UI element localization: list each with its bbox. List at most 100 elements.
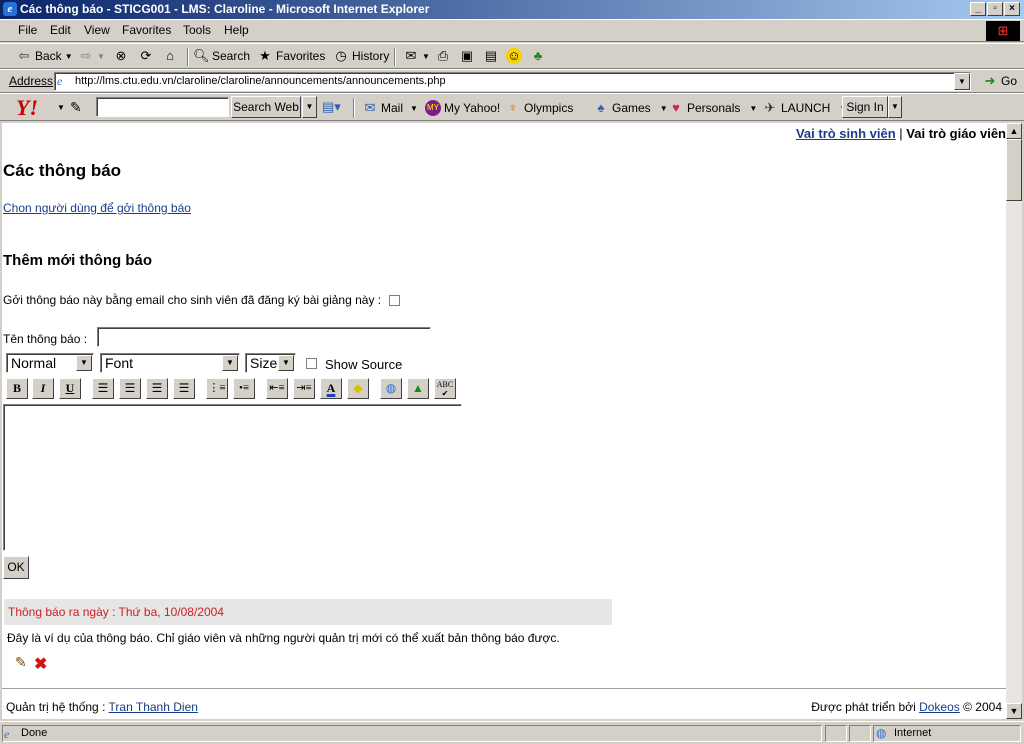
search-button[interactable]: 🔍︎ Search (193, 48, 250, 64)
minimize-button[interactable]: _ (970, 2, 986, 16)
forward-button[interactable]: ⇨ ▼ (78, 48, 105, 64)
page-done-icon: e (4, 727, 10, 741)
show-source-label: Show Source (325, 357, 403, 372)
text-color-button[interactable]: A (320, 378, 342, 399)
align-center-button[interactable]: ☰ (119, 378, 141, 399)
yahoo-menu-arrow[interactable]: ▼ (57, 103, 65, 112)
align-left-button[interactable]: ☰ (92, 378, 114, 399)
bullet-list-button[interactable]: •≡ (233, 378, 255, 399)
print-button[interactable]: ⎙ (435, 48, 451, 64)
yahoo-logo-icon[interactable]: Y! (16, 95, 38, 121)
scroll-thumb[interactable] (1006, 139, 1022, 201)
window-titlebar[interactable]: e Các thông báo - STICG001 - LMS: Clarol… (0, 0, 1024, 19)
scroll-down-button[interactable]: ▼ (1006, 703, 1022, 719)
highlight-pen-icon[interactable]: ✎ (70, 99, 82, 116)
align-left-icon: ☰ (97, 381, 109, 395)
zone-pane: ◍ Internet (873, 725, 1021, 742)
underline-button[interactable]: U (59, 378, 81, 399)
search-web-dropdown[interactable]: ▼ (302, 96, 317, 118)
my-yahoo-button[interactable]: MY My Yahoo! (425, 100, 500, 116)
zone-label: Internet (894, 727, 932, 739)
messenger-button[interactable]: ☺ (506, 48, 522, 64)
history-button[interactable]: ◷ History (333, 48, 389, 64)
announcement-body: Đây là ví dụ của thông báo. Chỉ giáo viê… (7, 631, 560, 645)
font-select[interactable]: Font ▼ (100, 353, 240, 373)
standard-toolbar: ⇦ Back ▼ ⇨ ▼ ⊗ ⟳ ⌂ 🔍︎ Search ★ Favorites ◷ His… (0, 43, 1024, 69)
chevron-down-icon: ▼ (278, 355, 294, 371)
address-dropdown-button[interactable]: ▼ (954, 73, 970, 90)
close-button[interactable]: × (1004, 2, 1020, 16)
yahoo-mail-button[interactable]: ✉ Mail ▼ (362, 100, 418, 116)
add-announcement-heading: Thêm mới thông báo (3, 252, 152, 269)
show-source-checkbox[interactable] (306, 358, 317, 369)
go-arrow-icon: ➜ (984, 73, 996, 88)
justify-icon: ☰ (178, 381, 190, 395)
launch-button[interactable]: ✈LAUNCH▼ (762, 100, 848, 116)
address-input[interactable]: e http://lms.ctu.edu.vn/claroline/clarol… (54, 72, 971, 91)
yahoo-search-input[interactable] (96, 97, 229, 117)
dokeos-link[interactable]: Dokeos (919, 700, 960, 714)
justify-button[interactable]: ☰ (173, 378, 195, 399)
olympics-button[interactable]: ♆ Olympics (505, 100, 573, 116)
discuss-icon: ▤ (484, 48, 498, 63)
hearts-icon: ♥ (672, 100, 680, 115)
menu-edit[interactable]: Edit (50, 23, 71, 37)
page-title: Các thông báo (3, 161, 122, 180)
align-right-button[interactable]: ☰ (146, 378, 168, 399)
window-title: Các thông báo - STICG001 - LMS: Clarolin… (20, 2, 430, 16)
admin-link[interactable]: Tran Thanh Dien (109, 700, 198, 714)
go-button[interactable]: ➜ Go (982, 73, 1017, 89)
insert-image-button[interactable]: ▲ (407, 378, 429, 399)
favorites-button[interactable]: ★ Favorites (257, 48, 325, 64)
menu-favorites[interactable]: Favorites (122, 23, 171, 37)
lite-button[interactable]: ♣ (530, 48, 546, 64)
layout-icon[interactable]: ▤▾ (322, 99, 341, 115)
stop-button[interactable]: ⊗ (113, 48, 129, 64)
stop-icon: ⊗ (115, 48, 127, 63)
mail-button[interactable]: ✉ ▼ (403, 48, 430, 64)
refresh-icon: ⟳ (140, 48, 152, 63)
mail-icon: ✉ (405, 48, 417, 63)
edit-button[interactable]: ▣ (459, 48, 475, 64)
ordered-list-button[interactable]: ⋮≡ (206, 378, 228, 399)
size-select[interactable]: Size ▼ (245, 353, 296, 373)
back-button[interactable]: ⇦ Back ▼ (16, 48, 73, 64)
ok-button[interactable]: OK (3, 556, 29, 579)
yahoo-toolbar: Y! ▼ ✎ Search Web ▼ ▤▾ ✉ Mail ▼ MY My Yahoo… (0, 93, 1024, 121)
search-web-button[interactable]: Search Web (231, 96, 301, 118)
student-role-link[interactable]: Vai trò sinh viên (796, 126, 896, 141)
menu-file[interactable]: File (18, 23, 37, 37)
bold-button[interactable]: B (6, 378, 28, 399)
spellcheck-button[interactable]: ABC ✔ (434, 378, 456, 399)
title-input[interactable] (97, 327, 431, 347)
indent-button[interactable]: ⇥≡ (293, 378, 315, 399)
games-button[interactable]: ♠ Games ▼ (593, 100, 668, 116)
edit-pencil-icon[interactable]: ✎ (15, 654, 27, 671)
align-center-icon: ☰ (124, 381, 136, 395)
style-select[interactable]: Normal ▼ (6, 353, 94, 373)
email-checkbox[interactable] (389, 294, 401, 306)
highlight-color-button[interactable]: ◆ (347, 378, 369, 399)
italic-button[interactable]: I (32, 378, 54, 399)
scroll-up-button[interactable]: ▲ (1006, 123, 1022, 139)
sign-in-button[interactable]: Sign In (842, 96, 888, 118)
align-right-icon: ☰ (151, 381, 163, 395)
menu-help[interactable]: Help (224, 23, 249, 37)
lite-icon: ♣ (533, 48, 543, 63)
announcement-body-editor[interactable] (3, 404, 462, 551)
chevron-down-icon: ▼ (222, 355, 238, 371)
personals-button[interactable]: ♥ Personals ▼ (668, 100, 757, 116)
maximize-button[interactable]: ▫ (987, 2, 1003, 16)
outdent-button[interactable]: ⇤≡ (266, 378, 288, 399)
insert-link-button[interactable]: ◍ (380, 378, 402, 399)
discuss-button[interactable]: ▤ (483, 48, 499, 64)
menu-view[interactable]: View (84, 23, 110, 37)
vertical-scrollbar[interactable]: ▲ ▼ (1006, 123, 1022, 719)
delete-x-icon[interactable]: ✖ (34, 654, 47, 674)
choose-users-link[interactable]: Chon người dùng để gởi thông báo (3, 201, 191, 215)
menu-tools[interactable]: Tools (183, 23, 211, 37)
refresh-button[interactable]: ⟳ (138, 48, 154, 64)
sign-in-dropdown[interactable]: ▼ (888, 96, 902, 118)
indent-icon: ⇥≡ (296, 382, 312, 394)
home-button[interactable]: ⌂ (162, 48, 178, 64)
